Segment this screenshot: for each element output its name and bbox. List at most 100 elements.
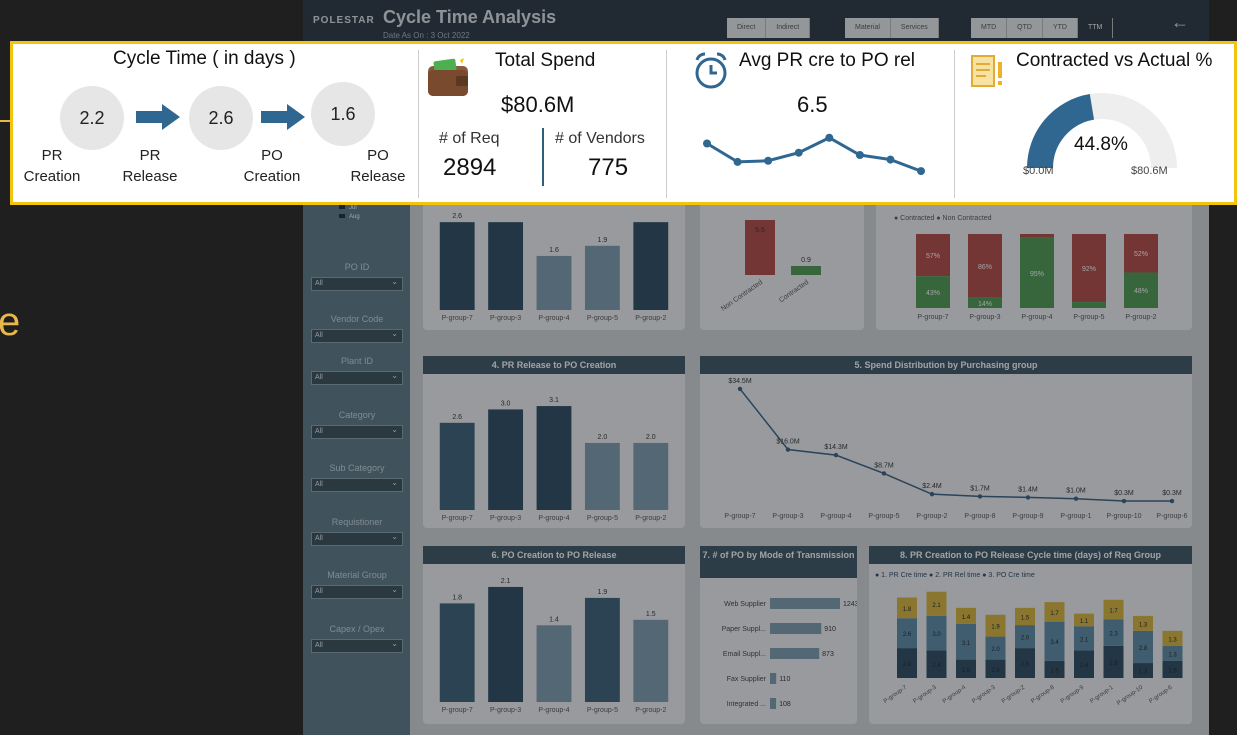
tick-label: P-group-3 [490,315,521,322]
step-line: Creation [243,168,301,185]
filter-dropdown[interactable]: All [311,328,403,343]
data-label: 1.7 [1050,611,1059,617]
data-label: 2.1 [932,603,941,609]
tick-label: P-group-7 [442,315,473,322]
data-label: 57% [926,253,940,260]
dashboard-topbar: POLESTAR Cycle Time Analysis Date As On … [303,0,1209,44]
toggle-mtd[interactable]: MTD [971,18,1008,38]
filter-sub-category[interactable]: Sub Category All [311,463,403,492]
data-label: $2.4M [922,483,942,490]
data-point [881,471,887,476]
sidebar-legend: Jul Aug [339,204,360,222]
data-label: 2.1 [1080,637,1089,643]
tick-label: P-group-9 [1060,684,1086,705]
bar [770,648,820,659]
transmission-bar-chart: Web Supplier 1243 Paper Suppl... 910 Email S… [722,598,857,709]
data-label: 1243 [843,601,857,608]
panel-po-transmission: 7. # of PO by Mode of Transmission Web S… [700,546,857,724]
bar [488,586,524,702]
data-label: $1.0M [1066,488,1086,495]
filter-label: Material Group [327,570,387,580]
bar [633,442,669,510]
trend-point [703,139,711,148]
step-line: PO [367,147,389,164]
back-arrow-icon[interactable]: ← [1171,12,1189,33]
data-label: 1.8 [903,607,912,613]
bar [770,673,777,684]
bar [488,409,524,510]
filter-po-id[interactable]: PO ID All [311,262,403,291]
toggle-item-type[interactable]: Material Services [845,18,939,38]
trend-point [917,167,925,176]
bar [439,603,475,702]
panel-po-creation-to-release: 6. PO Creation to PO Release 1.8 P-group-… [423,546,685,724]
data-label: 2.0 [1021,636,1030,642]
tick-label: P-group-7 [442,707,473,714]
bar [488,222,524,310]
filter-dropdown[interactable]: All [311,638,403,653]
tick-label: P-group-4 [538,707,569,714]
filter-dropdown[interactable]: All [311,424,403,439]
po-cycle-bar-chart: 1.8 P-group-7 2.1 P-group-3 1.4 P-group-4 1.9 P… [439,578,669,714]
wallet-icon [428,58,468,96]
document-alert-icon [971,55,1002,87]
filter-label: Sub Category [329,463,385,473]
filter-label: Capex / Opex [329,624,385,634]
cycle-value-po: 1.6 [311,82,375,146]
filter-material-group[interactable]: Material Group All [311,570,403,599]
toggle-qtd[interactable]: QTD [1007,18,1043,38]
data-point [1169,498,1175,504]
bar [584,245,620,310]
bar [536,255,572,310]
tick-label: P-group-2 [1125,314,1156,321]
toggle-ttm[interactable]: TTM [1077,18,1114,38]
tick-label: P-group-4 [538,315,569,322]
toggle-direct[interactable]: Direct [727,18,767,38]
filter-vendor-code[interactable]: Vendor Code All [311,314,403,343]
data-label: 1.3 [1168,652,1177,658]
tick-label: Fax Supplier [727,676,767,683]
data-point [977,494,983,499]
tick-label: Non Contracted [720,279,764,313]
filter-dropdown[interactable]: All [311,584,403,599]
filter-dropdown[interactable]: All [311,477,403,492]
dashboard-date: Date As On : 3 Oct 2022 [383,31,470,40]
tick-label: P-group-3 [772,513,803,520]
series-line [739,388,1172,502]
tick-label: P-group-4 [1021,314,1052,321]
gauge-value: 44.8% [1074,134,1128,155]
toggle-material[interactable]: Material [845,18,891,38]
spend-inner-divider [542,128,544,186]
contract-cycle-bar-chart: 5.5 Non Contracted 0.9 Contracted [720,220,821,313]
legend-swatch-icon [339,214,345,219]
cycle-value-pr-release: 2.6 [189,86,253,150]
panel-req-group-cycle: 8. PR Creation to PO Release Cycle time … [869,546,1192,724]
filter-dropdown[interactable]: All [311,276,403,291]
filter-label: Category [338,410,376,420]
filter-dropdown[interactable]: All [311,370,403,385]
panel-contract-cycle: 5.5 Non Contracted 0.9 Contracted [700,200,864,330]
data-label: 2.0 [991,647,1000,653]
legend-item: Jul [349,205,357,211]
filter-plant-id[interactable]: Plant ID All [311,356,403,385]
data-label: 1.6 [991,668,1000,674]
req-count-label: # of Req [439,130,500,147]
toggle-services[interactable]: Services [890,18,939,38]
toggle-period[interactable]: MTD QTD YTD TTM [971,18,1114,38]
toggle-ytd[interactable]: YTD [1042,18,1078,38]
spend-line-chart: $34.5M P-group-7 $16.0M P-group-3 $14.3M P-gr… [724,378,1187,520]
tick-label: P-group-6 [1148,684,1174,705]
toggle-indirect[interactable]: Indirect [766,18,811,38]
filter-dropdown[interactable]: All [311,531,403,546]
filter-requistioner[interactable]: Requistioner All [311,517,403,546]
data-label: 2.3 [1109,632,1118,638]
toggle-sourcing-type[interactable]: Direct Indirect [727,18,811,38]
filter-capex-opex[interactable]: Capex / Opex All [311,624,403,653]
filter-category[interactable]: Category All [311,410,403,439]
data-label: 1.3 [1168,637,1177,643]
step-po-creation: PO Creation [232,145,312,187]
tick-label: P-group-8 [1030,684,1056,705]
kpi-banner: Cycle Time ( in days ) 2.2 2.6 1.6 PR Cre… [10,41,1237,205]
cycle-time-title: Cycle Time ( in days ) [113,48,296,69]
data-label: 1.4 [549,616,559,623]
